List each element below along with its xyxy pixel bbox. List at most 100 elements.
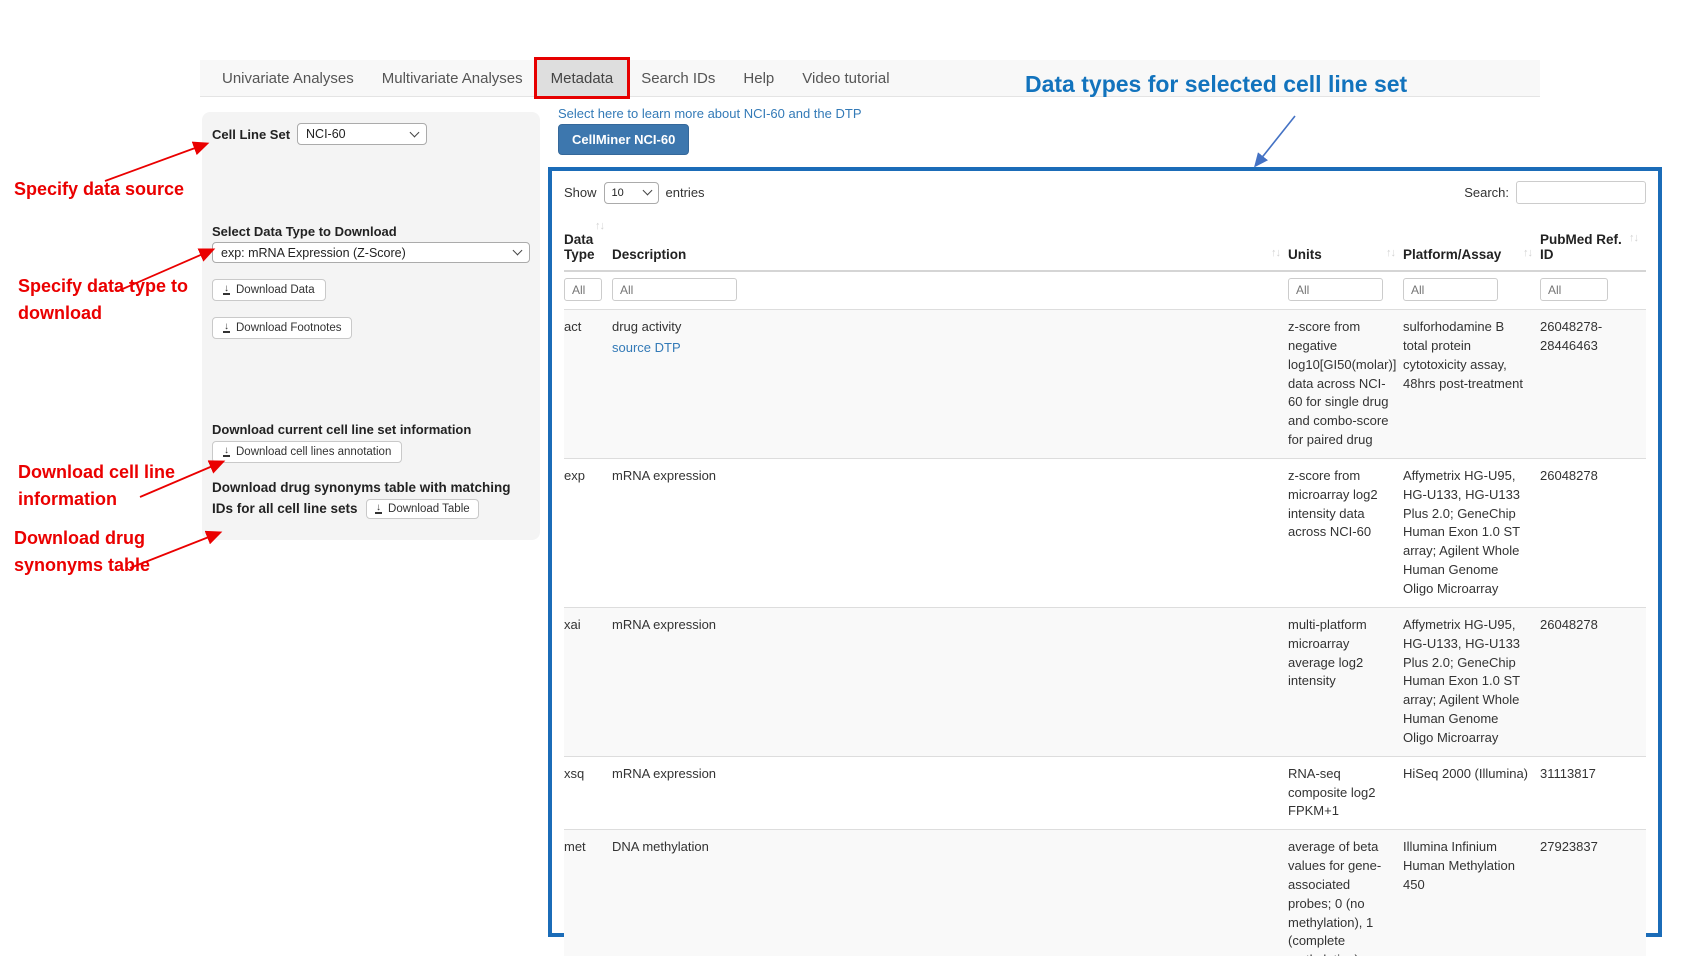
arrow-data-types [1256, 116, 1295, 165]
sort-icon[interactable]: ↑↓ [595, 220, 604, 232]
cell-description: DNA methylation [612, 830, 1288, 956]
tab-help[interactable]: Help [729, 60, 788, 96]
learn-more-link[interactable]: Select here to learn more about NCI-60 a… [558, 106, 862, 121]
sort-icon[interactable]: ↑↓ [1271, 247, 1280, 259]
page-size-value: 10 [612, 187, 624, 199]
table-search-input[interactable] [1516, 181, 1646, 204]
table-row-exp: exp mRNA expression z-score from microar… [564, 458, 1646, 607]
cell-pubmed: 26048278 [1540, 458, 1646, 607]
cell-units: RNA-seq composite log2 FPKM+1 [1288, 756, 1403, 830]
cell-platform: HiSeq 2000 (Illumina) [1403, 756, 1540, 830]
table-row-xsq: xsq mRNA expression RNA-seq composite lo… [564, 756, 1646, 830]
tab-search-ids[interactable]: Search IDs [627, 60, 729, 96]
table-row-xai: xai mRNA expression multi-platform micro… [564, 607, 1646, 756]
column-label: Data Type [564, 232, 595, 262]
chevron-down-icon [642, 186, 652, 196]
table-controls: Show 10 entries Search: [564, 181, 1646, 204]
page: Univariate Analyses Multivariate Analyse… [0, 0, 1700, 956]
source-dtp-link[interactable]: source DTP [612, 339, 681, 358]
cell-platform: Illumina Infinium Human Methylation 450 [1403, 830, 1540, 956]
tab-metadata[interactable]: Metadata [537, 60, 628, 96]
column-label: Units [1288, 247, 1322, 262]
download-icon: ↓ [375, 504, 382, 514]
cell-platform: sulforhodamine B total protein cytotoxic… [1403, 310, 1540, 459]
cell-units: average of beta values for gene-associat… [1288, 830, 1403, 956]
annotation-specify-data-type: Specify data type to download [18, 273, 218, 327]
cell-line-info-heading: Download current cell line set informati… [212, 422, 530, 437]
download-data-button[interactable]: ↓ Download Data [212, 279, 326, 301]
download-cell-lines-annotation-label: Download cell lines annotation [236, 446, 391, 458]
cell-pubmed: 27923837 [1540, 830, 1646, 956]
column-header-platform-assay[interactable]: ↑↓ Platform/Assay [1403, 214, 1540, 271]
column-header-data-type[interactable]: ↑↓ Data Type [564, 214, 612, 271]
chevron-down-icon [513, 246, 523, 256]
download-data-label: Download Data [236, 284, 315, 296]
cell-platform: Affymetrix HG-U95, HG-U133, HG-U133 Plus… [1403, 607, 1540, 756]
entries-label: entries [666, 185, 705, 200]
cell-pubmed: 31113817 [1540, 756, 1646, 830]
column-header-description[interactable]: ↑↓ Description [612, 214, 1288, 271]
filter-data-type-input[interactable] [564, 278, 602, 301]
data-type-label: Select Data Type to Download [212, 224, 530, 239]
data-type-value: exp: mRNA Expression (Z-Score) [221, 246, 406, 260]
column-label: Platform/Assay [1403, 247, 1501, 262]
download-footnotes-button[interactable]: ↓ Download Footnotes [212, 317, 352, 339]
cell-units: z-score from microarray log2 intensity d… [1288, 458, 1403, 607]
filter-pubmed-input[interactable] [1540, 278, 1608, 301]
show-label: Show [564, 185, 597, 200]
cell-line-set-value: NCI-60 [306, 127, 346, 141]
sort-icon[interactable]: ↑↓ [1386, 247, 1395, 259]
download-table-button[interactable]: ↓ Download Table [366, 499, 479, 519]
cell-description: drug activity source DTP [612, 310, 1288, 459]
cellminer-nci60-button[interactable]: CellMiner NCI-60 [558, 124, 689, 155]
cell-data-type: xai [564, 607, 612, 756]
metadata-table: ↑↓ Data Type ↑↓ Description ↑↓ Units ↑↓ … [564, 214, 1646, 956]
cell-description: mRNA expression [612, 458, 1288, 607]
cell-line-set-label: Cell Line Set [212, 127, 290, 142]
annotation-data-types-heading: Data types for selected cell line set [1025, 71, 1407, 98]
annotation-download-drug-synonyms: Download drug synonyms table [14, 525, 194, 579]
cell-data-type: xsq [564, 756, 612, 830]
cell-line-set-select[interactable]: NCI-60 [297, 123, 427, 145]
cell-data-type: act [564, 310, 612, 459]
tab-video-tutorial[interactable]: Video tutorial [788, 60, 903, 96]
column-label: PubMed Ref. ID [1540, 232, 1622, 262]
download-options-panel: Cell Line Set NCI-60 Select Data Type to… [202, 112, 540, 540]
cell-data-type: met [564, 830, 612, 956]
filter-units-input[interactable] [1288, 278, 1383, 301]
annotation-specify-data-source: Specify data source [14, 176, 184, 203]
tab-univariate-analyses[interactable]: Univariate Analyses [208, 60, 368, 96]
table-row-met: met DNA methylation average of beta valu… [564, 830, 1646, 956]
filter-description-input[interactable] [612, 278, 737, 301]
download-icon: ↓ [223, 285, 230, 295]
column-label: Description [612, 247, 686, 262]
annotation-download-cell-line-info: Download cell line information [18, 459, 198, 513]
data-type-select[interactable]: exp: mRNA Expression (Z-Score) [212, 242, 530, 263]
column-header-pubmed-ref-id[interactable]: ↑↓ PubMed Ref. ID [1540, 214, 1646, 271]
download-footnotes-label: Download Footnotes [236, 322, 341, 334]
column-header-units[interactable]: ↑↓ Units [1288, 214, 1403, 271]
cell-pubmed: 26048278 [1540, 607, 1646, 756]
cell-description: mRNA expression [612, 607, 1288, 756]
search-label: Search: [1464, 185, 1509, 200]
download-cell-lines-annotation-button[interactable]: ↓ Download cell lines annotation [212, 441, 402, 463]
download-icon: ↓ [223, 447, 230, 457]
datatable-panel: Show 10 entries Search: ↑↓ Data Type [548, 167, 1662, 937]
cell-units: z-score from negative log10[GI50(molar)]… [1288, 310, 1403, 459]
cell-platform: Affymetrix HG-U95, HG-U133, HG-U133 Plus… [1403, 458, 1540, 607]
cell-description: mRNA expression [612, 756, 1288, 830]
filter-row [564, 271, 1646, 310]
filter-platform-input[interactable] [1403, 278, 1498, 301]
cell-data-type: exp [564, 458, 612, 607]
page-size-select[interactable]: 10 [604, 182, 659, 204]
chevron-down-icon [410, 127, 420, 137]
download-icon: ↓ [223, 323, 230, 333]
tab-multivariate-analyses[interactable]: Multivariate Analyses [368, 60, 537, 96]
description-text: drug activity [612, 318, 1278, 337]
download-table-label: Download Table [388, 503, 470, 515]
table-row-act: act drug activity source DTP z-score fro… [564, 310, 1646, 459]
sort-icon[interactable]: ↑↓ [1629, 232, 1638, 244]
cell-pubmed: 26048278-28446463 [1540, 310, 1646, 459]
sort-icon[interactable]: ↑↓ [1523, 247, 1532, 259]
cell-units: multi-platform microarray average log2 i… [1288, 607, 1403, 756]
